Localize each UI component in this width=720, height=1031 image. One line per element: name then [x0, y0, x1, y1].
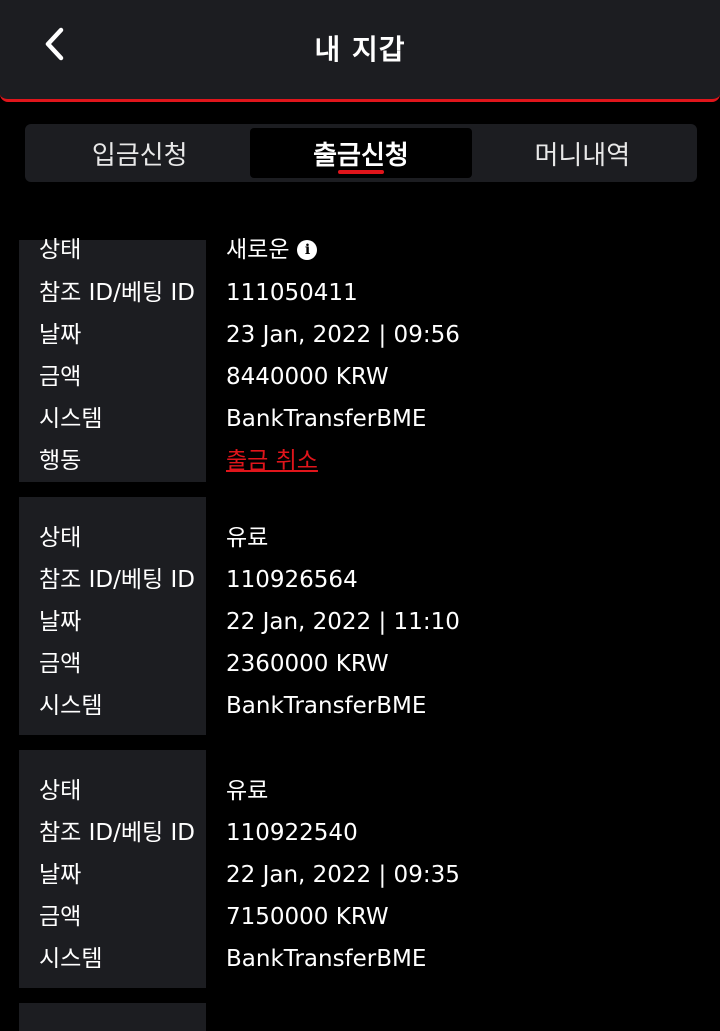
status-value: 새로운 i — [226, 229, 318, 271]
record-row-date: 날짜 23 Jan, 2022 | 09:56 — [19, 314, 709, 356]
record-row-status: 상태 새로운 i — [19, 229, 709, 271]
record-row-system: 시스템 BankTransferBME — [19, 938, 709, 980]
status-label: 상태 — [39, 778, 82, 804]
ref-id-value: 110922540 — [226, 820, 358, 846]
withdraw-record-4-partial — [19, 1003, 206, 1031]
system-value: BankTransferBME — [226, 946, 427, 972]
date-label: 날짜 — [39, 609, 82, 635]
record-row-date: 날짜 22 Jan, 2022 | 09:35 — [19, 854, 709, 896]
system-label: 시스템 — [39, 693, 103, 719]
amount-label: 금액 — [39, 364, 82, 390]
cancel-withdraw-link[interactable]: 출금 취소 — [226, 440, 318, 482]
ref-id-value: 110926564 — [226, 567, 358, 593]
tab-money-history[interactable]: 머니내역 — [472, 128, 693, 178]
amount-label: 금액 — [39, 651, 82, 677]
amount-label: 금액 — [39, 904, 82, 930]
date-value: 23 Jan, 2022 | 09:56 — [226, 322, 460, 348]
record-row-ref-id: 참조 ID/베팅 ID 110926564 — [19, 559, 709, 601]
record-row-amount: 금액 7150000 KRW — [19, 896, 709, 938]
record-row-system: 시스템 BankTransferBME — [19, 398, 709, 440]
tab-deposit-request[interactable]: 입금신청 — [29, 128, 250, 178]
status-text: 새로운 — [226, 237, 290, 263]
info-icon[interactable]: i — [297, 240, 318, 260]
record-row-action: 행동 출금 취소 — [19, 440, 709, 482]
record-row-amount: 금액 8440000 KRW — [19, 356, 709, 398]
record-row-ref-id: 참조 ID/베팅 ID 110922540 — [19, 812, 709, 854]
record-row-date: 날짜 22 Jan, 2022 | 11:10 — [19, 601, 709, 643]
system-label: 시스템 — [39, 946, 103, 972]
date-value: 22 Jan, 2022 | 09:35 — [226, 862, 460, 888]
record-row-status: 상태 유료 — [19, 770, 709, 812]
record-row-status: 상태 유료 — [19, 517, 709, 559]
status-label: 상태 — [39, 237, 82, 263]
status-value: 유료 — [226, 525, 269, 551]
header-bar: 내 지갑 — [0, 0, 720, 102]
amount-value: 8440000 KRW — [226, 364, 389, 390]
date-value: 22 Jan, 2022 | 11:10 — [226, 609, 460, 635]
date-label: 날짜 — [39, 862, 82, 888]
ref-id-label: 참조 ID/베팅 ID — [39, 280, 195, 306]
status-value: 유료 — [226, 778, 269, 804]
tab-withdraw-request[interactable]: 출금신청 — [250, 128, 472, 178]
action-label: 행동 — [39, 448, 82, 474]
withdraw-record-2: 상태 유료 참조 ID/베팅 ID 110926564 날짜 22 Jan, 2… — [19, 497, 709, 735]
system-label: 시스템 — [39, 406, 103, 432]
system-value: BankTransferBME — [226, 406, 427, 432]
action-value: 출금 취소 — [226, 440, 318, 482]
ref-id-label: 참조 ID/베팅 ID — [39, 820, 195, 846]
amount-value: 7150000 KRW — [226, 904, 389, 930]
withdraw-record-3: 상태 유료 참조 ID/베팅 ID 110922540 날짜 22 Jan, 2… — [19, 750, 709, 988]
date-label: 날짜 — [39, 322, 82, 348]
record-row-ref-id: 참조 ID/베팅 ID 111050411 — [19, 272, 709, 314]
ref-id-label: 참조 ID/베팅 ID — [39, 567, 195, 593]
wallet-page: 내 지갑 입금신청 출금신청 머니내역 상태 새로운 i 참조 ID/베팅 ID… — [0, 0, 720, 1031]
status-label: 상태 — [39, 525, 82, 551]
system-value: BankTransferBME — [226, 693, 427, 719]
amount-value: 2360000 KRW — [226, 651, 389, 677]
tab-bar: 입금신청 출금신청 머니내역 — [25, 124, 697, 182]
page-title: 내 지갑 — [314, 33, 406, 66]
record-row-amount: 금액 2360000 KRW — [19, 643, 709, 685]
withdraw-record-1: 상태 새로운 i 참조 ID/베팅 ID 111050411 날짜 23 Jan… — [19, 237, 709, 482]
ref-id-value: 111050411 — [226, 280, 358, 306]
record-row-system: 시스템 BankTransferBME — [19, 685, 709, 727]
